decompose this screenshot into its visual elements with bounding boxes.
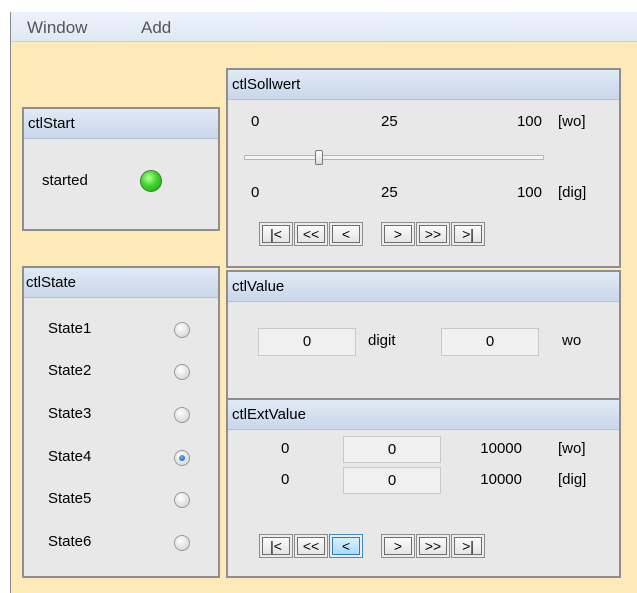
ctlstart-header: ctlStart (24, 109, 218, 139)
state6-label: State6 (48, 533, 92, 550)
state3-radio[interactable] (174, 407, 190, 423)
ctlextvalue-panel: ctlExtValue 0 0 10000 [wo] 0 0 10000 [di… (226, 398, 621, 578)
ext-first-button[interactable]: |< (259, 534, 293, 558)
ext-back-button[interactable]: < (329, 534, 363, 558)
sollwert-wo-value: 25 (381, 113, 398, 130)
state2-radio[interactable] (174, 364, 190, 380)
sollwert-last-button[interactable]: >| (451, 222, 485, 246)
state5-label: State5 (48, 490, 92, 507)
menu-add[interactable]: Add (141, 18, 171, 38)
sollwert-back-button[interactable]: < (329, 222, 363, 246)
sollwert-fast-forward-button[interactable]: >> (416, 222, 450, 246)
ext-fast-forward-button[interactable]: >> (416, 534, 450, 558)
ctlvalue-header: ctlValue (228, 272, 619, 302)
sollwert-fast-back-button[interactable]: << (294, 222, 328, 246)
ext-dig-value-field[interactable]: 0 (343, 467, 441, 494)
sollwert-dig-value: 25 (381, 184, 398, 201)
ext-dig-unit: [dig] (558, 471, 587, 488)
state1-label: State1 (48, 320, 92, 337)
sollwert-wo-unit: [wo] (558, 113, 586, 130)
ctlextvalue-header: ctlExtValue (228, 400, 619, 430)
ctlvalue-panel: ctlValue 0 digit 0 wo (226, 270, 621, 402)
state6-radio[interactable] (174, 535, 190, 551)
sollwert-slider-track[interactable] (244, 155, 544, 160)
sollwert-dig-unit: [dig] (558, 184, 587, 201)
ext-wo-unit: [wo] (558, 440, 586, 457)
wo-value-field: 0 (441, 328, 539, 356)
main-window: Window Add ctlStart started ctlSollwert … (10, 12, 637, 593)
ext-dig-min: 0 (281, 471, 290, 488)
state4-radio[interactable] (174, 450, 190, 466)
sollwert-first-button[interactable]: |< (259, 222, 293, 246)
ctlstart-panel: ctlStart started (22, 107, 220, 231)
ctlstate-title: ctlState (26, 274, 77, 291)
ctlsollwert-title: ctlSollwert (232, 76, 301, 93)
ctlsollwert-header: ctlSollwert (228, 70, 619, 100)
sollwert-forward-button[interactable]: > (381, 222, 415, 246)
state2-label: State2 (48, 362, 92, 379)
sollwert-dig-min: 0 (251, 184, 260, 201)
menu-window[interactable]: Window (27, 18, 87, 38)
menu-bar: Window Add (11, 12, 637, 42)
ctlextvalue-title: ctlExtValue (232, 406, 306, 423)
ext-dig-max: 10000 (480, 471, 522, 488)
status-led-icon (140, 170, 162, 192)
ctlstate-panel: ctlState State1 State2 State3 State4 Sta… (22, 266, 220, 578)
state4-label: State4 (48, 448, 92, 465)
sollwert-wo-max: 100 (516, 113, 542, 130)
sollwert-wo-min: 0 (251, 113, 260, 130)
state5-radio[interactable] (174, 492, 190, 508)
sollwert-dig-max: 100 (516, 184, 542, 201)
ext-wo-max: 10000 (480, 440, 522, 457)
ext-fast-back-button[interactable]: << (294, 534, 328, 558)
state3-label: State3 (48, 405, 92, 422)
wo-unit-label: wo (562, 332, 582, 349)
ctlvalue-title: ctlValue (232, 278, 285, 295)
ext-forward-button[interactable]: > (381, 534, 415, 558)
ctlsollwert-panel: ctlSollwert 0 25 100 [wo] 0 25 100 [dig]… (226, 68, 621, 268)
ext-last-button[interactable]: >| (451, 534, 485, 558)
ext-wo-value-field[interactable]: 0 (343, 436, 441, 463)
ext-wo-min: 0 (281, 440, 290, 457)
started-label: started (42, 172, 88, 189)
ctlstart-title: ctlStart (28, 115, 75, 132)
ctlstate-header: ctlState (24, 268, 218, 298)
state1-radio[interactable] (174, 322, 190, 338)
digit-value-field: 0 (258, 328, 356, 356)
digit-unit-label: digit (368, 332, 396, 349)
sollwert-slider-thumb[interactable] (315, 150, 323, 165)
